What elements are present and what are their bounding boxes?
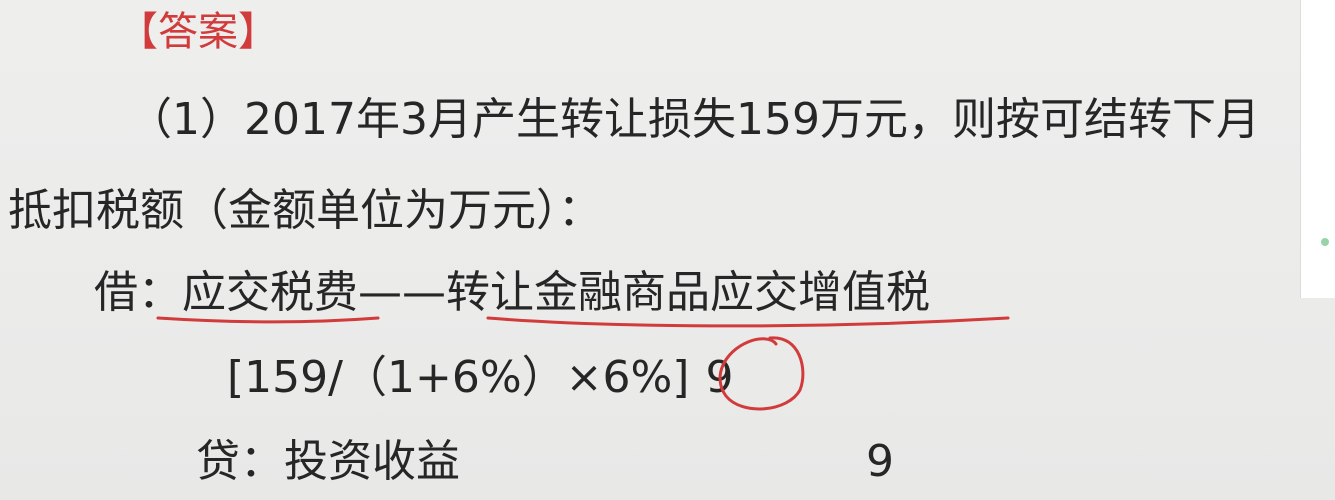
side-panel [1300,0,1335,298]
formula-line: [159/（1+6%）×6%] 9 [227,351,733,405]
handwritten-annotations [156,316,1010,411]
credit-entry-label: 贷：投资收益 [196,436,460,487]
debit-dash: —— [358,267,446,318]
answer-heading: 【答案】 [118,9,278,55]
status-dot-icon [1321,238,1329,246]
problem-text-line-1: （1）2017年3月产生转让损失159万元，则按可结转下月 [128,94,1260,145]
formula-value: 9 [705,352,734,403]
debit-label: 借： [94,267,182,318]
debit-account-sub: 转让金融商品应交增值税 [446,267,930,318]
lecture-slide: 【答案】 （1）2017年3月产生转让损失159万元，则按可结转下月 抵扣税额（… [0,0,1335,500]
formula-expression: [159/（1+6%）×6%] [227,352,690,403]
debit-entry: 借：应交税费——转让金融商品应交增值税 [94,266,930,320]
credit-amount: 9 [866,436,894,487]
debit-account-main: 应交税费 [182,267,358,318]
problem-text-line-2: 抵扣税额（金额单位为万元）： [8,185,602,236]
